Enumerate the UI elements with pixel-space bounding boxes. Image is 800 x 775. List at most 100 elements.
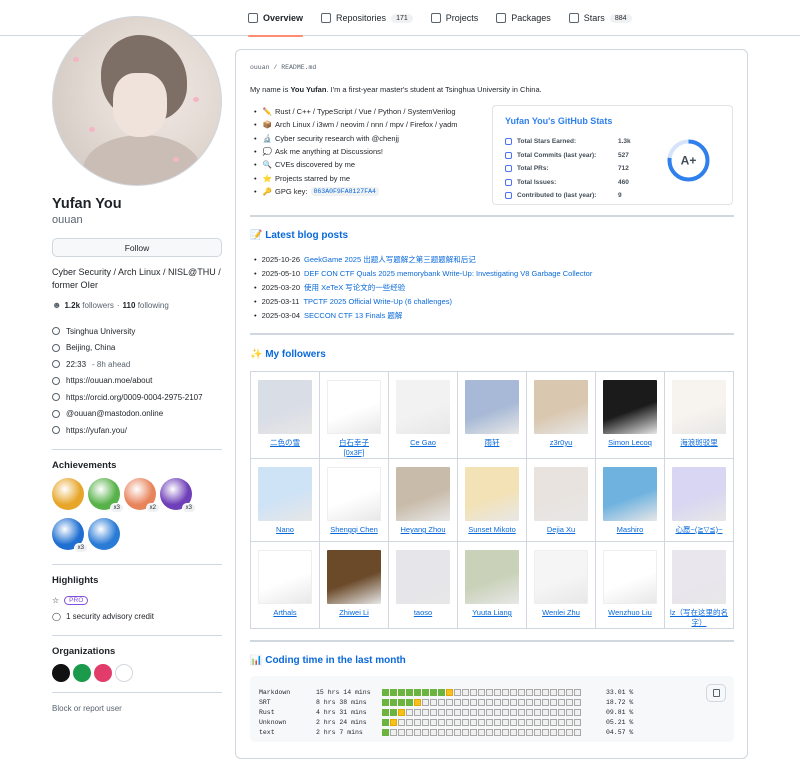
progress-cell [470, 699, 477, 706]
coding-language: Markdown [259, 689, 291, 696]
post-link[interactable]: SECCON CTF 13 Finals 题解 [304, 310, 402, 321]
follower-avatar[interactable] [603, 467, 657, 521]
follow-button[interactable]: Follow [52, 238, 222, 257]
following-label: following [137, 300, 169, 310]
follower-name-link[interactable]: Zhiwei Li [320, 608, 388, 618]
follower-avatar[interactable] [396, 380, 450, 434]
follower-avatar[interactable] [396, 550, 450, 604]
achievement-multiplier: x3 [109, 502, 124, 513]
follower-cell: 白石幸子 [0x3F] [319, 371, 389, 459]
follower-name-link[interactable]: Shengqi Chen [320, 525, 388, 535]
profile-detail-item: Beijing, China [52, 340, 222, 357]
organization-avatar[interactable] [73, 663, 91, 682]
achievement-badge[interactable] [88, 517, 120, 550]
follower-avatar[interactable] [534, 380, 588, 434]
follower-avatar[interactable] [672, 467, 726, 521]
follower-avatar[interactable] [396, 467, 450, 521]
achievement-badge[interactable] [52, 477, 84, 510]
post-link[interactable]: GeekGame 2025 出题人写题解之第三题题解和后记 [304, 254, 476, 265]
grade-ring: A+ [667, 139, 710, 182]
follower-avatar[interactable] [258, 380, 312, 434]
bullet-text: GPG key: [274, 186, 308, 196]
readme-bullet: ✏️Rust / C++ / TypeScript / Vue / Python… [254, 105, 484, 118]
follower-avatar[interactable] [603, 380, 657, 434]
follower-name-link[interactable]: 二色の雪 [251, 438, 319, 448]
progress-cell [558, 719, 565, 726]
organization-avatar[interactable] [115, 663, 133, 682]
coding-row: Markdown 15 hrs 14 mins 33.01 % [259, 688, 633, 697]
achievement-badge[interactable]: x3 [88, 477, 124, 513]
follower-avatar[interactable] [672, 550, 726, 604]
follower-name-link[interactable]: z3r0yu [527, 438, 595, 448]
post-date: 2025-03-04 [261, 310, 301, 320]
blog-post-item: 2025-05-10DEF CON CTF Quals 2025 memoryb… [254, 267, 593, 281]
achievement-badge[interactable]: x3 [52, 517, 88, 553]
tab-overview[interactable]: Overview [248, 0, 304, 37]
follower-name-link[interactable]: Arthals [251, 608, 319, 618]
follower-name-link[interactable]: Yuuta Liang [458, 608, 526, 618]
follower-name-link[interactable]: 海浪斑驳里 [665, 438, 733, 448]
progress-cell [494, 709, 501, 716]
organization-avatar[interactable] [94, 663, 112, 682]
organization-avatar[interactable] [52, 663, 70, 682]
bullet-text: Ask me anything at Discussions! [274, 147, 383, 157]
avatar[interactable] [52, 16, 222, 186]
follower-avatar[interactable] [465, 550, 519, 604]
following-link[interactable]: 110 following [123, 301, 169, 310]
followers-link[interactable]: 1.2k followers [64, 301, 113, 310]
post-link[interactable]: TPCTF 2025 Official Write-Up (6 challeng… [303, 297, 452, 306]
follower-name-link[interactable]: 心愿~(≧▽≦)~ [665, 525, 733, 535]
follower-name-link[interactable]: Dejia Xu [527, 525, 595, 535]
achievement-badge[interactable]: x3 [160, 477, 196, 513]
blog-post-item: 2025-10-26GeekGame 2025 出题人写题解之第三题题解和后记 [254, 253, 592, 267]
progress-cell [486, 719, 493, 726]
post-link[interactable]: DEF CON CTF Quals 2025 memorybank Write-… [304, 269, 592, 278]
pro-badge: PRO [64, 596, 89, 605]
blog-post-item: 2025-03-20使用 XeTeX 写论文的一些经验 [254, 281, 592, 295]
tab-repositories[interactable]: Repositories 171 [321, 0, 413, 36]
achievement-badge[interactable]: x2 [124, 477, 160, 513]
blog-post-item: 2025-03-04SECCON CTF 13 Finals 题解 [254, 308, 592, 322]
profile-detail-item[interactable]: https://yufan.you/ [52, 422, 222, 439]
profile-detail-item[interactable]: @ouuan@mastodon.online [52, 406, 222, 423]
follower-name-link[interactable]: Wenzhuo Liu [596, 608, 664, 618]
follower-cell: Shengqi Chen [319, 458, 389, 542]
profile-detail-item[interactable]: https://ouuan.moe/about [52, 373, 222, 390]
follower-avatar[interactable] [258, 550, 312, 604]
achievements-title: Achievements [52, 459, 117, 471]
follower-name-link[interactable]: Nano [251, 525, 319, 535]
block-report-link[interactable]: Block or report user [52, 704, 122, 713]
follower-avatar[interactable] [534, 550, 588, 604]
tab-packages[interactable]: Packages [496, 0, 551, 36]
tab-stars[interactable]: Stars 884 [568, 0, 632, 36]
follower-avatar[interactable] [258, 467, 312, 521]
follower-avatar[interactable] [327, 467, 381, 521]
follower-name-link[interactable]: Wenlei Zhu [527, 608, 595, 618]
follower-avatar[interactable] [534, 467, 588, 521]
readme-owner-link[interactable]: ouuan [250, 64, 270, 71]
follower-avatar[interactable] [465, 380, 519, 434]
tab-projects[interactable]: Projects [430, 0, 478, 36]
gpg-key-code[interactable]: 863A0F9FA8127FA4 [310, 186, 379, 196]
emoji-icon: 💭 [262, 147, 272, 157]
follower-name-link[interactable]: lz（写在这里的名字） [665, 608, 733, 628]
progress-cell [558, 699, 565, 706]
follower-name-link[interactable]: Sunset Mikoto [458, 525, 526, 535]
follower-avatar[interactable] [327, 550, 381, 604]
follower-name-link[interactable]: Mashiro [596, 525, 664, 535]
progress-cell [470, 689, 477, 696]
follower-avatar[interactable] [672, 380, 726, 434]
follower-name-link[interactable]: Ce Gao [389, 438, 457, 448]
follower-avatar[interactable] [603, 550, 657, 604]
copy-button[interactable] [706, 684, 726, 702]
follower-name-link[interactable]: Heyang Zhou [389, 525, 457, 535]
follower-avatar[interactable] [327, 380, 381, 434]
follower-avatar[interactable] [465, 467, 519, 521]
post-link[interactable]: 使用 XeTeX 写论文的一些经验 [304, 282, 405, 293]
coding-duration: 2 hrs 7 mins [316, 729, 363, 736]
profile-detail-item[interactable]: https://orcid.org/0009-0004-2975-2107 [52, 389, 222, 406]
follower-name-link[interactable]: taoso [389, 608, 457, 618]
follower-name-link[interactable]: Simon Lecoq [596, 438, 664, 448]
follower-name-link[interactable]: 白石幸子 [0x3F] [320, 438, 388, 458]
follower-name-link[interactable]: 雨轩 [458, 438, 526, 448]
